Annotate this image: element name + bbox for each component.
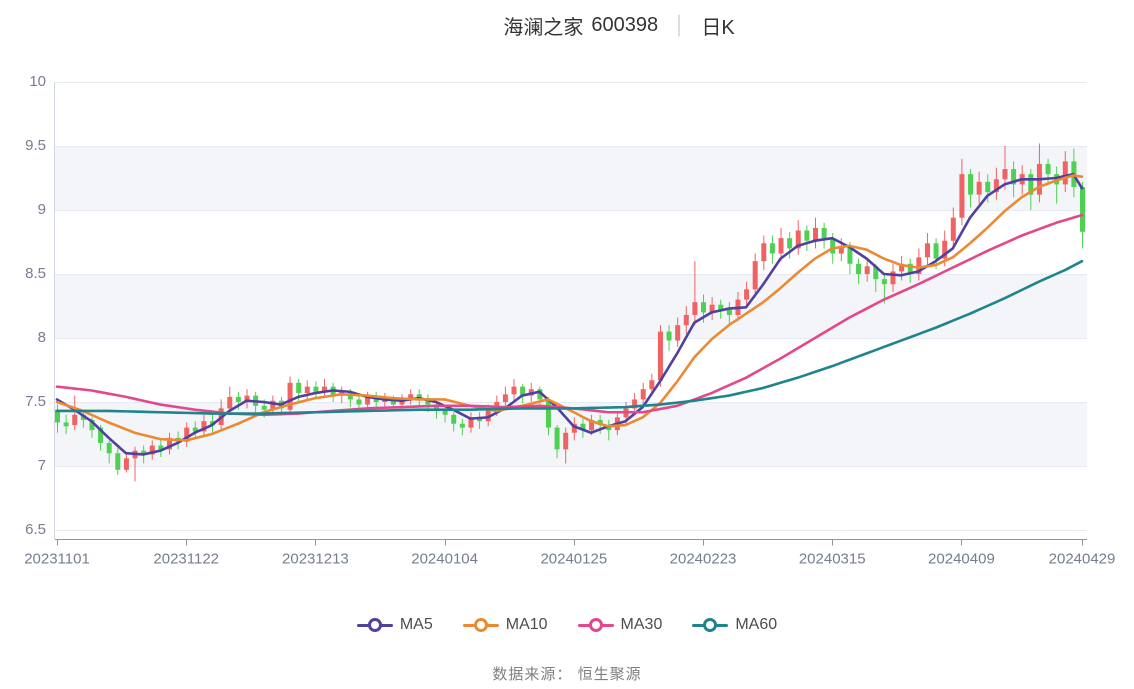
legend-item-ma60[interactable]: MA60 bbox=[692, 616, 777, 634]
kline-type-label: 日K bbox=[701, 11, 734, 40]
ma60-legend-label: MA60 bbox=[735, 616, 777, 634]
kline-page: 海澜之家 600398 │ 日K MA5 MA10 MA30 MA60 数据来源… bbox=[0, 0, 1134, 689]
ma10-legend-marker bbox=[463, 617, 499, 633]
ma60-legend-marker bbox=[692, 617, 728, 633]
data-source-note: 数据来源： 恒生聚源 bbox=[0, 663, 1134, 684]
legend-item-ma30[interactable]: MA30 bbox=[578, 616, 663, 634]
chart-title: 海澜之家 600398 │ 日K bbox=[503, 11, 734, 40]
stock-name: 海澜之家 bbox=[503, 11, 583, 40]
ma-legend: MA5 MA10 MA30 MA60 bbox=[0, 616, 1134, 634]
stock-code: 600398 bbox=[591, 14, 658, 37]
ma30-legend-label: MA30 bbox=[621, 616, 663, 634]
ma10-legend-label: MA10 bbox=[506, 616, 548, 634]
title-separator: │ bbox=[674, 15, 685, 36]
legend-item-ma5[interactable]: MA5 bbox=[357, 616, 433, 634]
legend-item-ma10[interactable]: MA10 bbox=[463, 616, 548, 634]
ma5-legend-marker bbox=[357, 617, 393, 633]
kline-chart bbox=[0, 0, 1134, 689]
ma5-legend-label: MA5 bbox=[400, 616, 433, 634]
ma30-legend-marker bbox=[578, 617, 614, 633]
